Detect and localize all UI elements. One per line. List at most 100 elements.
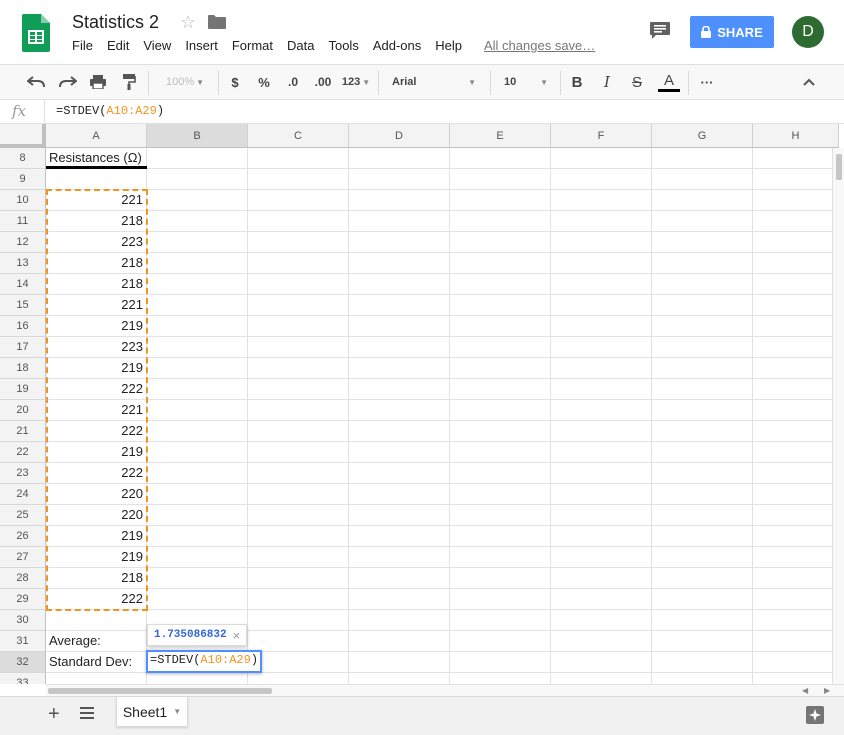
cell-e16[interactable] (450, 316, 551, 337)
column-header-c[interactable]: C (248, 124, 349, 148)
cell-c19[interactable] (248, 379, 349, 400)
cell-b9[interactable] (147, 169, 248, 190)
cell-d15[interactable] (349, 295, 450, 316)
cell-f27[interactable] (551, 547, 652, 568)
cell-e17[interactable] (450, 337, 551, 358)
cell-h27[interactable] (753, 547, 839, 568)
row-header-24[interactable]: 24 (0, 484, 46, 505)
cell-e27[interactable] (450, 547, 551, 568)
more-options-button[interactable]: ··· (696, 65, 718, 99)
cell-d28[interactable] (349, 568, 450, 589)
cell-a20[interactable]: 221 (46, 400, 147, 421)
cell-c15[interactable] (248, 295, 349, 316)
cell-f16[interactable] (551, 316, 652, 337)
menu-data[interactable]: Data (287, 38, 314, 56)
cell-g29[interactable] (652, 589, 753, 610)
row-header-8[interactable]: 8 (0, 148, 46, 169)
cell-g25[interactable] (652, 505, 753, 526)
cell-f12[interactable] (551, 232, 652, 253)
cell-d8[interactable] (349, 148, 450, 169)
cell-h31[interactable] (753, 631, 839, 652)
row-header-21[interactable]: 21 (0, 421, 46, 442)
print-button[interactable] (86, 65, 110, 99)
row-header-15[interactable]: 15 (0, 295, 46, 316)
cell-e21[interactable] (450, 421, 551, 442)
cell-h19[interactable] (753, 379, 839, 400)
cell-b22[interactable] (147, 442, 248, 463)
cell-b17[interactable] (147, 337, 248, 358)
row-header-20[interactable]: 20 (0, 400, 46, 421)
column-header-b[interactable]: B (147, 124, 248, 148)
select-all-corner[interactable] (0, 124, 46, 148)
cell-b15[interactable] (147, 295, 248, 316)
cell-h21[interactable] (753, 421, 839, 442)
cell-h32[interactable] (753, 652, 839, 673)
cell-d26[interactable] (349, 526, 450, 547)
cell-a17[interactable]: 223 (46, 337, 147, 358)
cell-c29[interactable] (248, 589, 349, 610)
cell-g15[interactable] (652, 295, 753, 316)
cell-h18[interactable] (753, 358, 839, 379)
add-sheet-button[interactable]: + (48, 703, 60, 726)
row-header-13[interactable]: 13 (0, 253, 46, 274)
menu-edit[interactable]: Edit (107, 38, 129, 56)
horizontal-scrollbar[interactable]: ◀ ▶ (46, 684, 844, 696)
cell-e31[interactable] (450, 631, 551, 652)
cell-a15[interactable]: 221 (46, 295, 147, 316)
cell-c33[interactable] (248, 673, 349, 684)
cell-b13[interactable] (147, 253, 248, 274)
cell-e11[interactable] (450, 211, 551, 232)
row-header-23[interactable]: 23 (0, 463, 46, 484)
collapse-toolbar-button[interactable] (798, 65, 820, 99)
cell-d29[interactable] (349, 589, 450, 610)
row-header-12[interactable]: 12 (0, 232, 46, 253)
cell-b11[interactable] (147, 211, 248, 232)
cell-e29[interactable] (450, 589, 551, 610)
cell-f31[interactable] (551, 631, 652, 652)
row-header-33[interactable]: 33 (0, 673, 46, 684)
cell-c11[interactable] (248, 211, 349, 232)
cell-f11[interactable] (551, 211, 652, 232)
sheets-logo-icon[interactable] (22, 14, 50, 52)
cell-c10[interactable] (248, 190, 349, 211)
cell-h11[interactable] (753, 211, 839, 232)
cell-c32[interactable] (248, 652, 349, 673)
cell-e14[interactable] (450, 274, 551, 295)
cell-a27[interactable]: 219 (46, 547, 147, 568)
cell-c9[interactable] (248, 169, 349, 190)
menu-insert[interactable]: Insert (185, 38, 218, 56)
cell-g10[interactable] (652, 190, 753, 211)
redo-button[interactable] (56, 65, 80, 99)
cell-a14[interactable]: 218 (46, 274, 147, 295)
cell-g12[interactable] (652, 232, 753, 253)
cell-b12[interactable] (147, 232, 248, 253)
cell-c21[interactable] (248, 421, 349, 442)
cell-e24[interactable] (450, 484, 551, 505)
cell-b18[interactable] (147, 358, 248, 379)
cell-d18[interactable] (349, 358, 450, 379)
cell-c28[interactable] (248, 568, 349, 589)
cell-b16[interactable] (147, 316, 248, 337)
cell-a9[interactable] (46, 169, 147, 190)
cell-d24[interactable] (349, 484, 450, 505)
cell-b20[interactable] (147, 400, 248, 421)
cell-g27[interactable] (652, 547, 753, 568)
cell-f33[interactable] (551, 673, 652, 684)
cell-g24[interactable] (652, 484, 753, 505)
cell-b19[interactable] (147, 379, 248, 400)
cell-b10[interactable] (147, 190, 248, 211)
sheet-tab-sheet1[interactable]: Sheet1 ▼ (116, 697, 188, 727)
cell-d27[interactable] (349, 547, 450, 568)
row-header-28[interactable]: 28 (0, 568, 46, 589)
cell-d13[interactable] (349, 253, 450, 274)
row-header-19[interactable]: 19 (0, 379, 46, 400)
scroll-left-icon[interactable]: ◀ (802, 686, 808, 695)
cell-d23[interactable] (349, 463, 450, 484)
cell-h22[interactable] (753, 442, 839, 463)
cell-b23[interactable] (147, 463, 248, 484)
cell-b33[interactable] (147, 673, 248, 684)
cell-e30[interactable] (450, 610, 551, 631)
cell-h30[interactable] (753, 610, 839, 631)
cell-h15[interactable] (753, 295, 839, 316)
cell-a22[interactable]: 219 (46, 442, 147, 463)
